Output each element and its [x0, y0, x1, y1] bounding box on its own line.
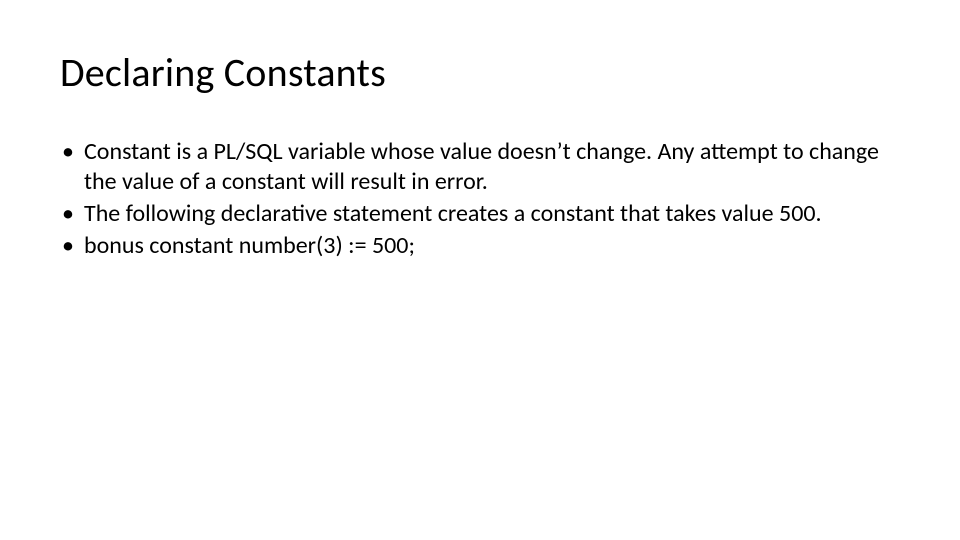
slide-title: Declaring Constants	[60, 48, 900, 97]
bullet-item: The following declarative statement crea…	[60, 199, 900, 229]
slide-body: Constant is a PL/SQL variable whose valu…	[60, 137, 900, 261]
bullet-item: bonus constant number(3) := 500;	[60, 231, 900, 261]
bullet-item: Constant is a PL/SQL variable whose valu…	[60, 137, 900, 197]
slide: Declaring Constants Constant is a PL/SQL…	[0, 0, 960, 540]
